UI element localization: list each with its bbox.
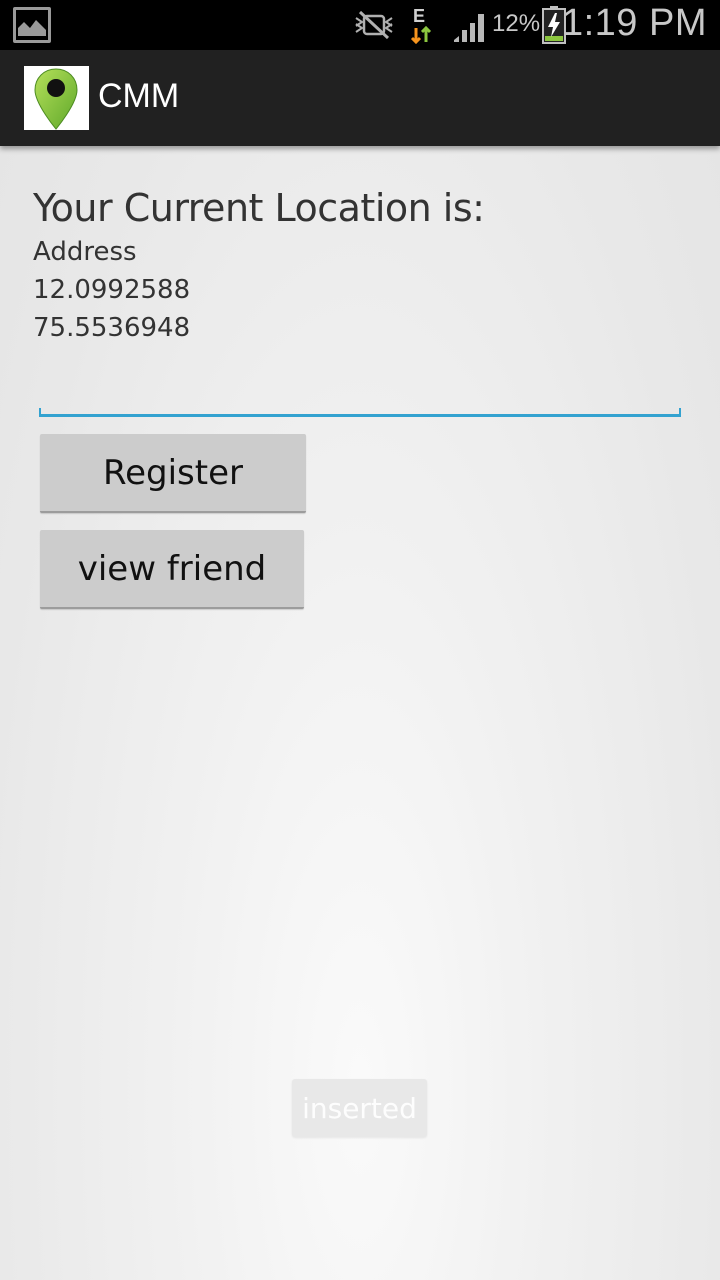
input-underline-left-tick <box>39 408 41 416</box>
address-label: Address <box>33 237 137 267</box>
battery-percent: 12% <box>492 10 541 37</box>
register-button[interactable]: Register <box>40 434 306 513</box>
status-bar: E 12% 1:19 PM <box>0 0 720 50</box>
status-time: 1:19 PM <box>561 2 707 44</box>
latitude-value: 12.0992588 <box>33 275 191 305</box>
app-title: CMM <box>98 77 180 115</box>
input-underline-right-tick <box>679 408 681 416</box>
name-input[interactable] <box>39 370 681 418</box>
gallery-icon <box>13 7 51 43</box>
location-heading: Your Current Location is: <box>33 186 485 230</box>
longitude-value: 75.5536948 <box>33 313 191 343</box>
map-pin-icon[interactable] <box>24 66 89 130</box>
view-friend-button[interactable]: view friend <box>40 530 304 609</box>
toast-message: inserted <box>292 1079 427 1137</box>
input-underline <box>39 414 681 417</box>
signal-icon <box>452 10 488 46</box>
mute-icon <box>354 10 394 44</box>
action-bar: CMM <box>0 50 720 146</box>
network-e-icon: E <box>410 6 434 46</box>
network-type-label: E <box>413 6 426 26</box>
